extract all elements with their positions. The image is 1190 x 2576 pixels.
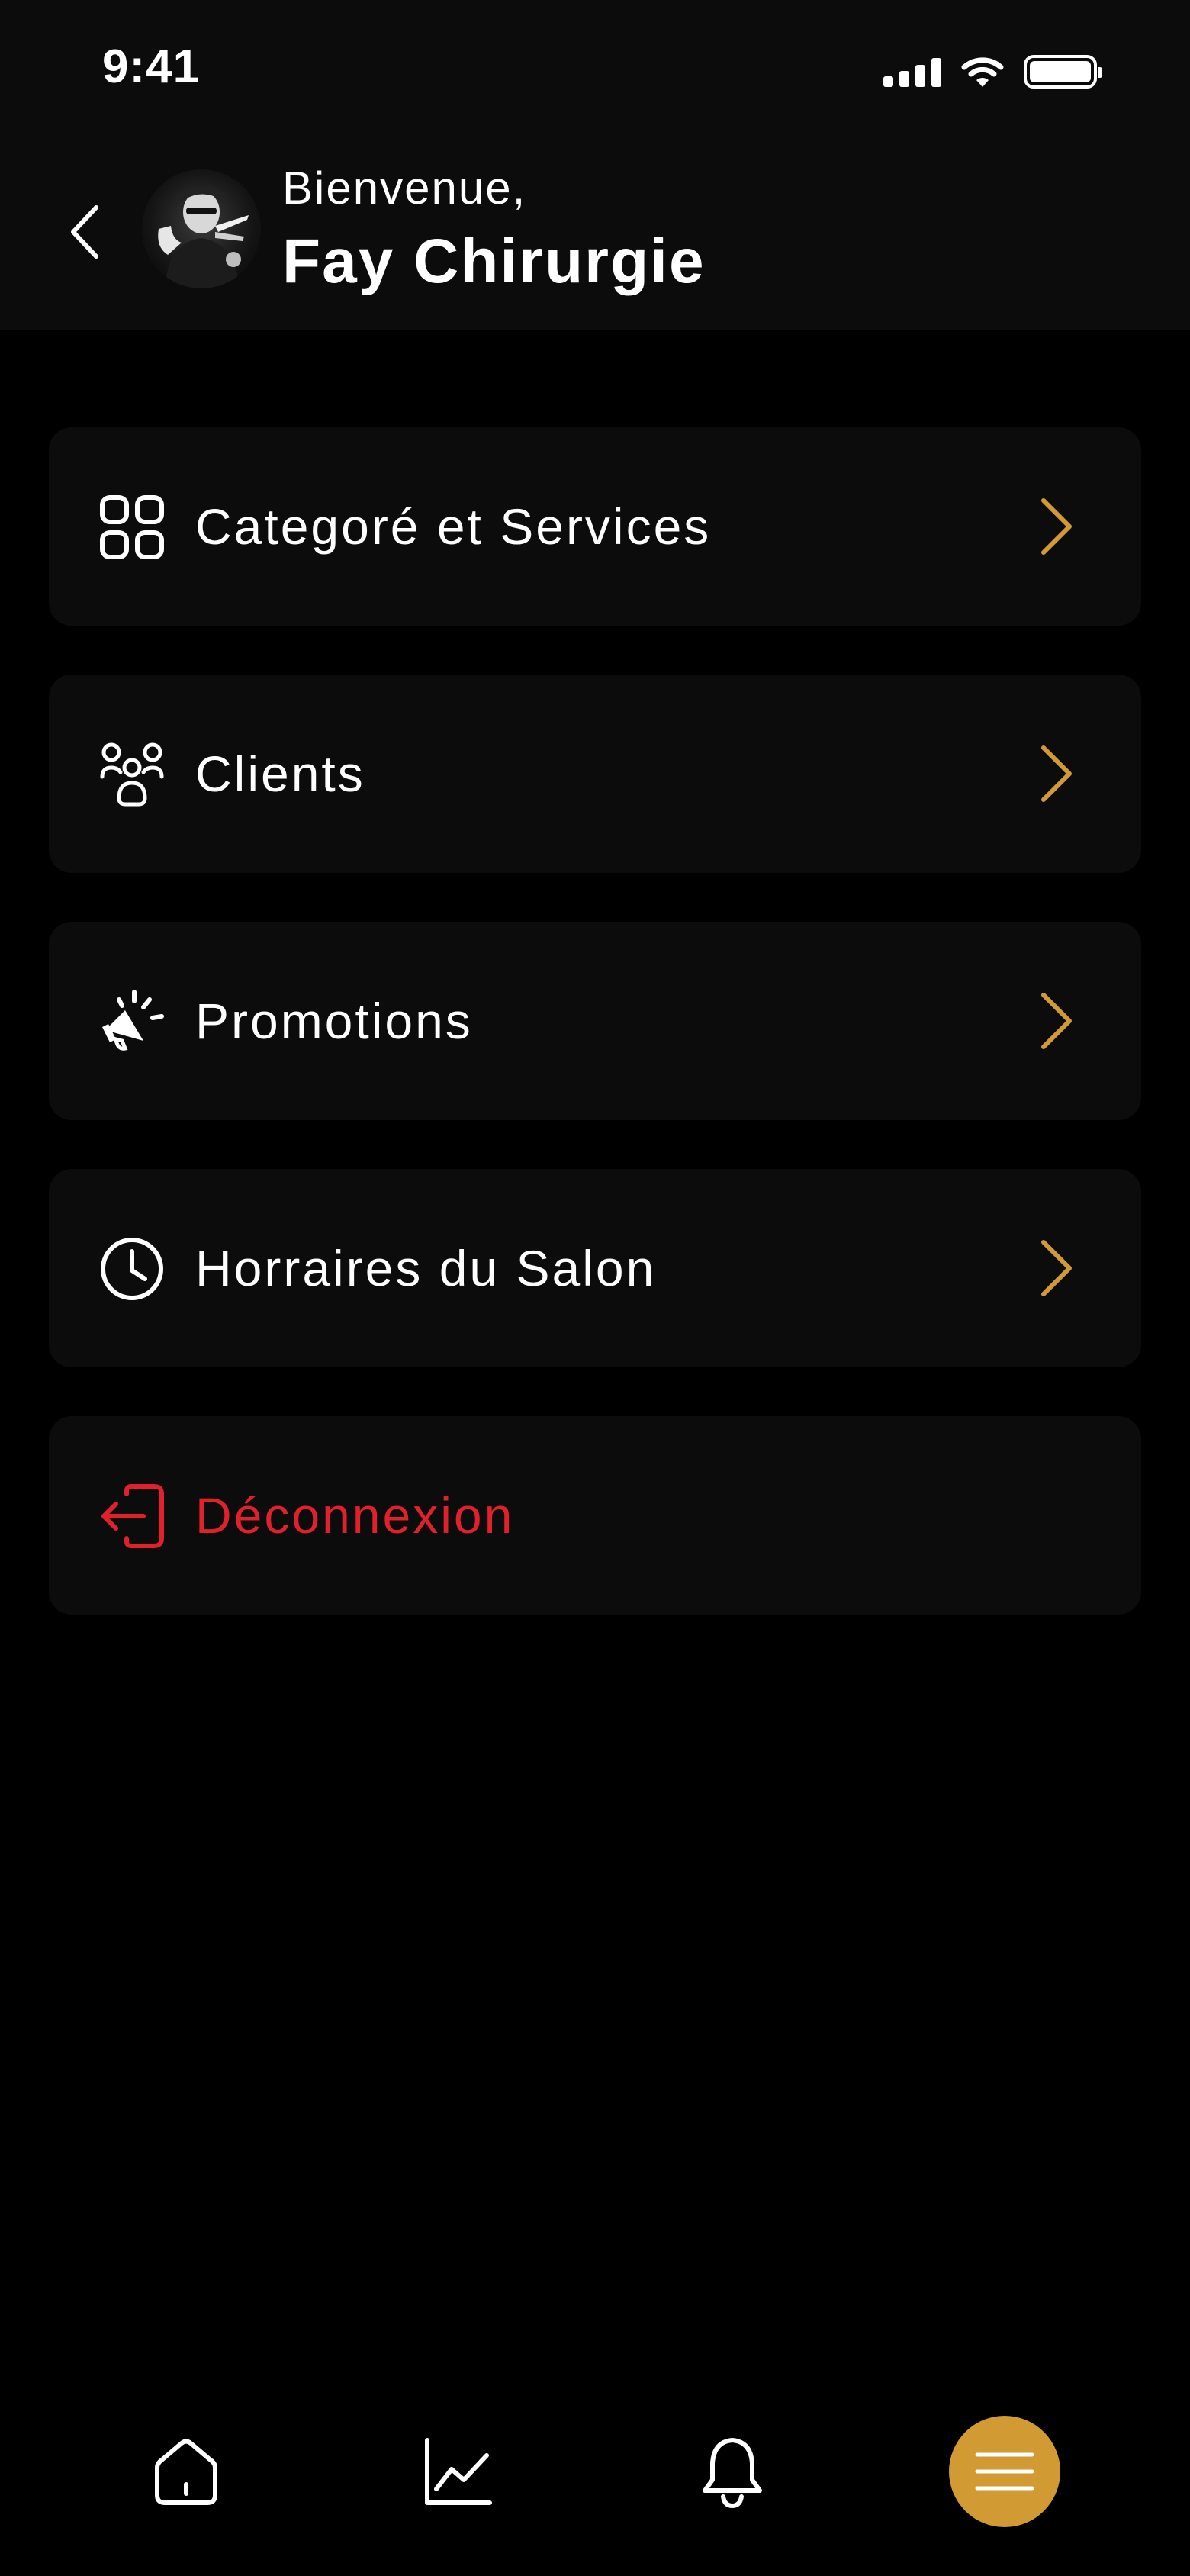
menu-item-label: Clients bbox=[195, 745, 365, 802]
settings-screen: 9:41 Bienvenue, Fay Chirurgie Categoré e… bbox=[0, 0, 1190, 2576]
wifi-icon bbox=[961, 57, 1004, 87]
header: 9:41 Bienvenue, Fay Chirurgie bbox=[0, 0, 1190, 330]
battery-icon bbox=[1024, 55, 1102, 89]
bottom-nav bbox=[0, 2396, 1190, 2549]
home-icon bbox=[155, 2439, 217, 2505]
menu-item-categories-services[interactable]: Categoré et Services bbox=[49, 427, 1141, 626]
nav-menu-button[interactable] bbox=[949, 2416, 1060, 2527]
username: Fay Chirurgie bbox=[282, 227, 706, 296]
nav-notifications-button[interactable] bbox=[679, 2419, 786, 2526]
logout-icon bbox=[99, 1483, 165, 1549]
back-button[interactable] bbox=[61, 200, 107, 264]
menu-item-clients[interactable]: Clients bbox=[49, 675, 1141, 873]
bell-icon bbox=[703, 2438, 762, 2509]
megaphone-icon bbox=[99, 989, 165, 1055]
logout-button[interactable]: Déconnexion bbox=[49, 1416, 1141, 1615]
cellular-signal-icon bbox=[883, 56, 941, 87]
nav-home-button[interactable] bbox=[133, 2419, 240, 2526]
grid-icon bbox=[99, 494, 165, 560]
menu-item-label: Horraires du Salon bbox=[195, 1240, 657, 1296]
status-time: 9:41 bbox=[102, 40, 201, 93]
nav-stats-button[interactable] bbox=[404, 2419, 511, 2526]
barber-portrait-image bbox=[158, 186, 249, 288]
welcome-text: Bienvenue, bbox=[282, 163, 527, 214]
menu-item-label: Promotions bbox=[195, 993, 473, 1049]
chevron-right-icon bbox=[1041, 1240, 1072, 1296]
chevron-left-icon bbox=[71, 205, 98, 259]
clock-icon bbox=[99, 1236, 165, 1302]
menu-item-label: Categoré et Services bbox=[195, 498, 712, 555]
users-group-icon bbox=[99, 742, 165, 807]
chevron-right-icon bbox=[1041, 498, 1072, 555]
menu-icon bbox=[975, 2452, 1034, 2491]
menu-item-salon-hours[interactable]: Horraires du Salon bbox=[49, 1169, 1141, 1367]
status-icons bbox=[883, 50, 1102, 93]
logout-label: Déconnexion bbox=[195, 1487, 515, 1544]
chevron-right-icon bbox=[1041, 745, 1072, 802]
avatar[interactable] bbox=[142, 169, 261, 288]
chart-icon bbox=[425, 2438, 492, 2505]
menu-item-promotions[interactable]: Promotions bbox=[49, 922, 1141, 1120]
chevron-right-icon bbox=[1041, 993, 1072, 1049]
